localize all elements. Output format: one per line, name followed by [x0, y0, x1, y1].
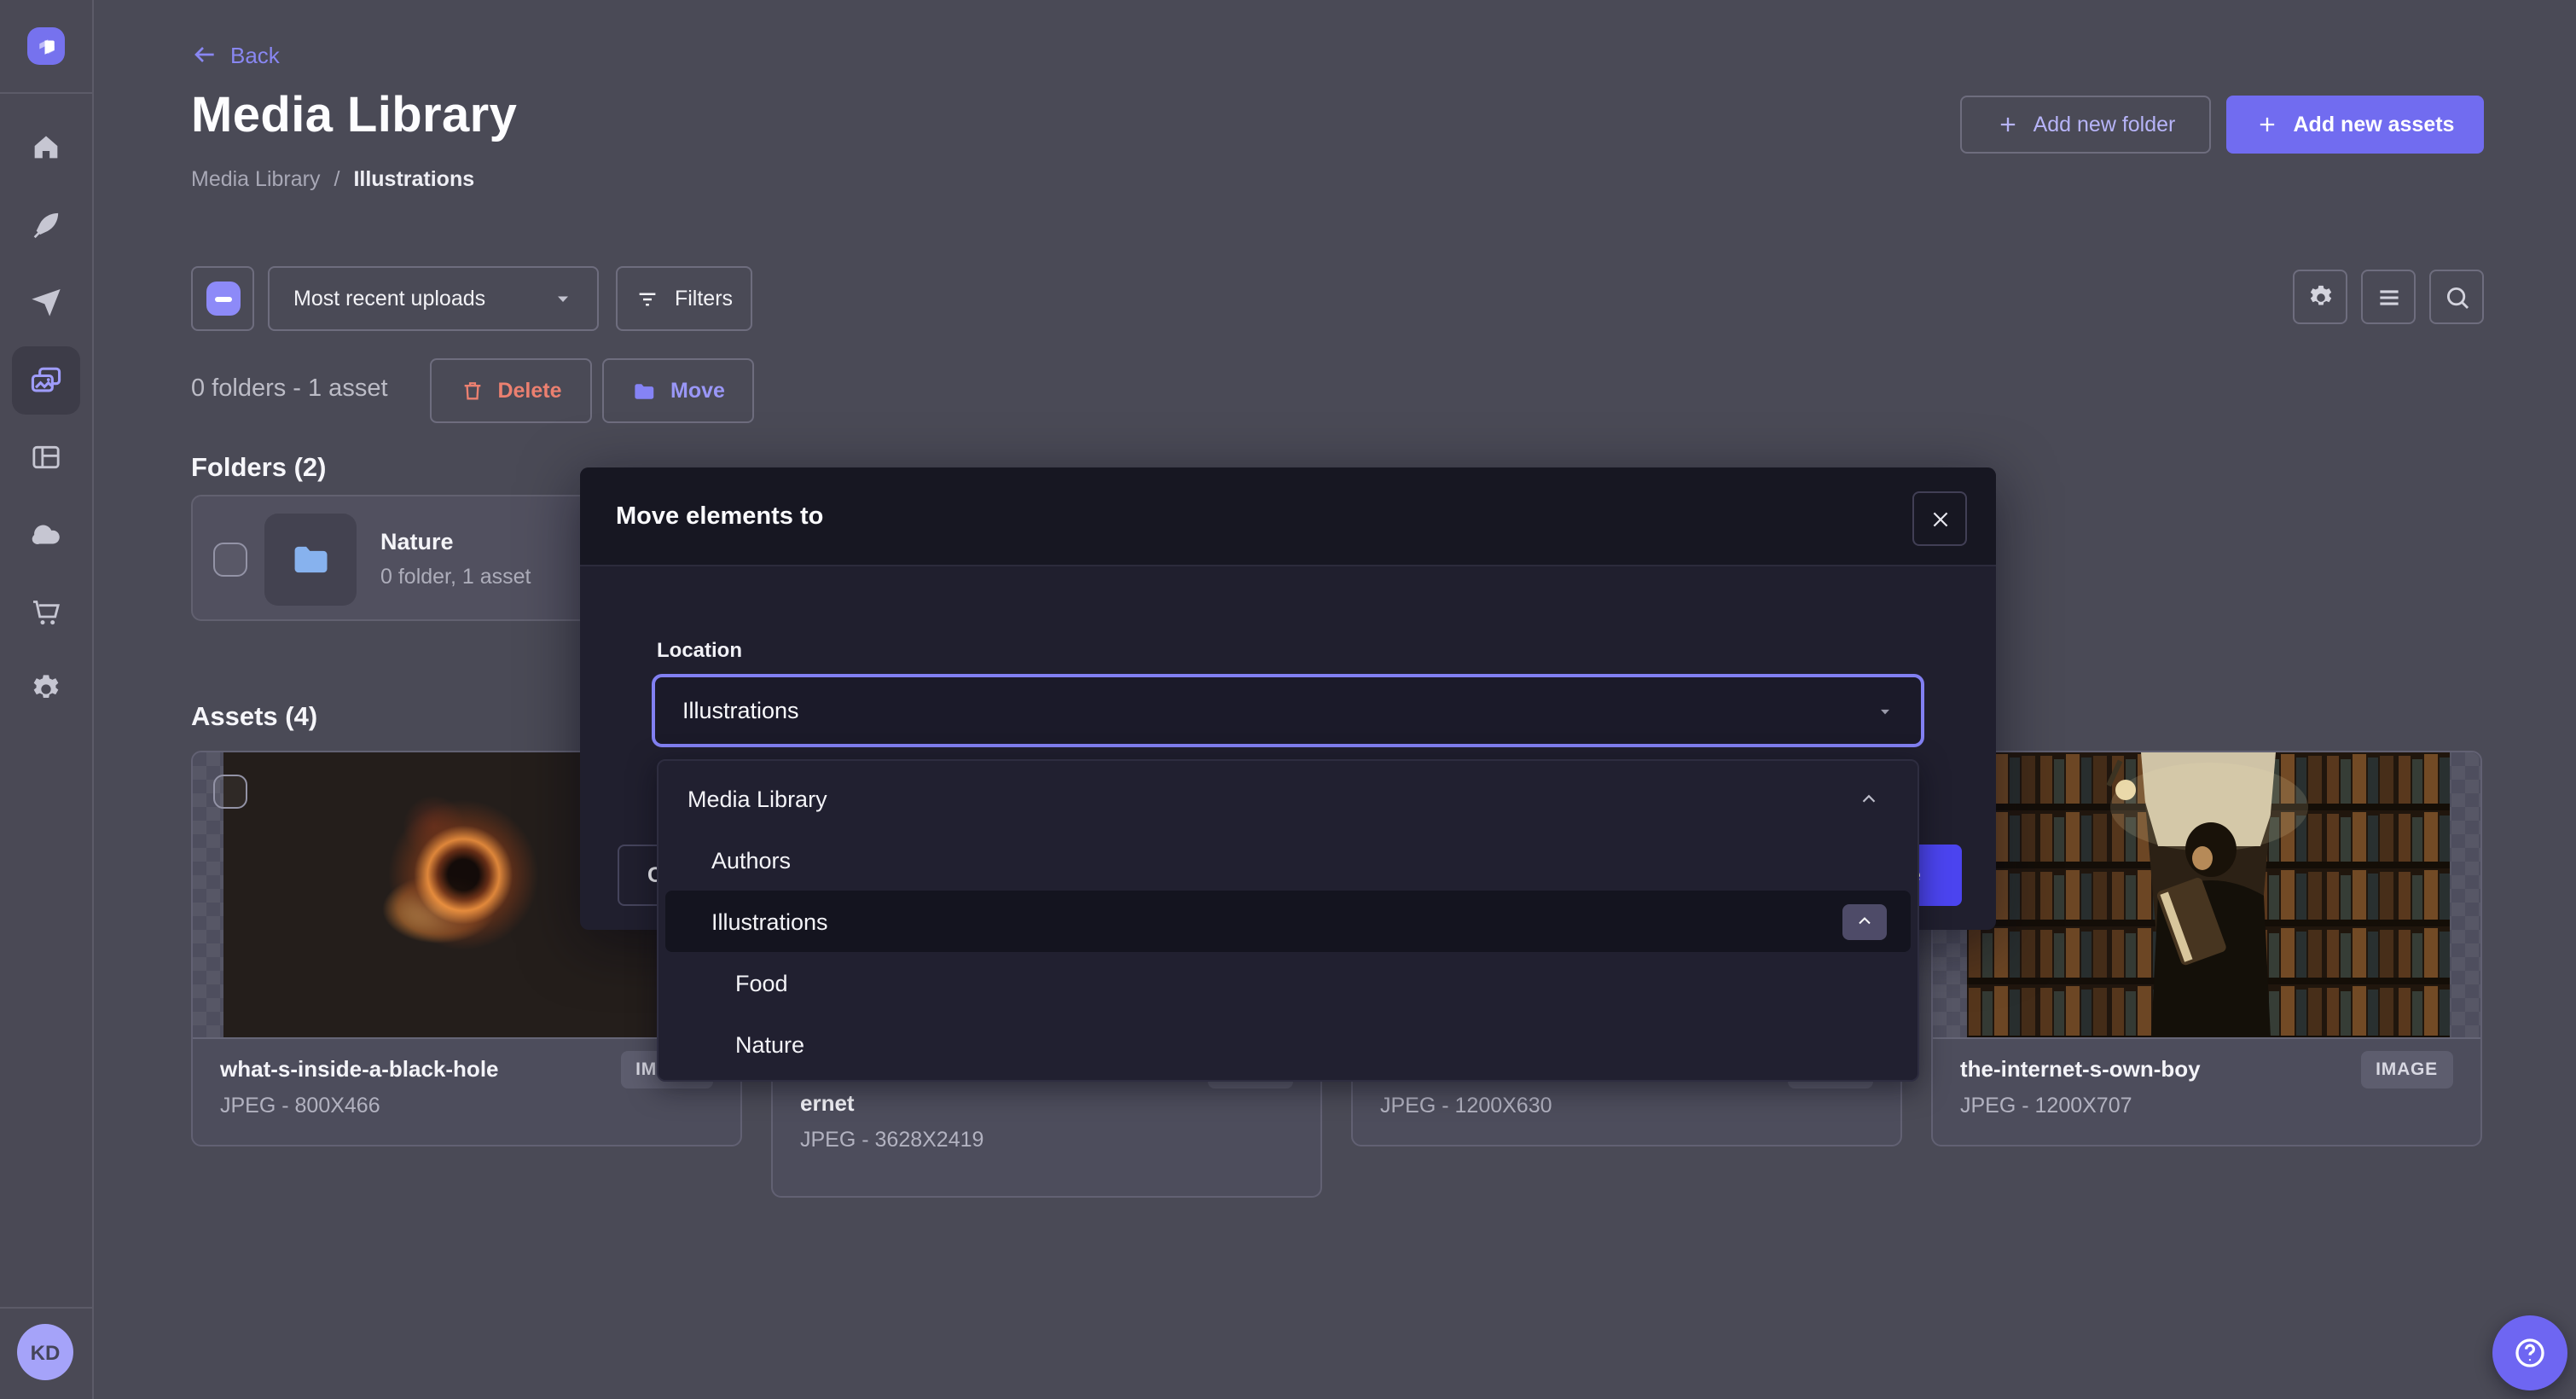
- send-plane-icon: [29, 285, 63, 319]
- asset-meta: JPEG - 800X466: [220, 1094, 713, 1117]
- plus-icon: [1996, 113, 2020, 136]
- dropdown-option-food[interactable]: Food: [665, 952, 1911, 1013]
- back-button[interactable]: Back: [191, 41, 280, 68]
- cloud-icon: [28, 516, 64, 552]
- caret-down-icon: [1877, 702, 1894, 719]
- assets-heading: Assets (4): [191, 703, 317, 734]
- question-mark-icon: [2511, 1334, 2549, 1372]
- folder-meta: 0 folder, 1 asset: [380, 565, 531, 589]
- sidebar-item-home[interactable]: [12, 113, 80, 181]
- asset-checkbox[interactable]: [213, 775, 247, 809]
- breadcrumb-separator: /: [334, 167, 339, 191]
- dropdown-option-nature[interactable]: Nature: [665, 1013, 1911, 1075]
- sidebar-item-content[interactable]: [12, 191, 80, 259]
- sidebar-item-media-library[interactable]: [12, 346, 80, 415]
- modal-title: Move elements to: [616, 503, 823, 531]
- cart-icon: [29, 595, 63, 630]
- settings-view-button[interactable]: [2293, 270, 2347, 324]
- folder-icon: [631, 378, 657, 403]
- folder-icon: [264, 514, 357, 606]
- folder-name: Nature: [380, 529, 454, 554]
- back-arrow-icon: [191, 41, 218, 68]
- page-title: Media Library: [191, 89, 517, 145]
- sidebar-item-settings[interactable]: [12, 655, 80, 723]
- move-button[interactable]: Move: [602, 358, 754, 423]
- sort-value: Most recent uploads: [293, 287, 485, 311]
- dropdown-option-media-library[interactable]: Media Library: [665, 768, 1911, 829]
- app-logo-icon[interactable]: [27, 27, 65, 65]
- caret-down-icon: [553, 288, 573, 309]
- feather-icon: [29, 208, 63, 242]
- add-new-assets-button[interactable]: Add new assets: [2226, 96, 2484, 154]
- asset-card[interactable]: the-internet-s-own-boy JPEG - 1200X707 I…: [1931, 751, 2482, 1146]
- home-icon: [29, 130, 63, 164]
- sidebar: KD: [0, 0, 94, 1399]
- dropdown-option-authors[interactable]: Authors: [665, 829, 1911, 891]
- filters-button[interactable]: Filters: [616, 266, 752, 331]
- chevron-up-icon[interactable]: [1858, 787, 1880, 810]
- asset-thumbnail: [1933, 752, 2480, 1037]
- breadcrumb: Media Library / Illustrations: [191, 167, 474, 191]
- plus-icon: [2256, 113, 2280, 136]
- select-all-checkbox[interactable]: [191, 266, 254, 331]
- close-icon[interactable]: [1912, 491, 1967, 546]
- sidebar-item-content-manager[interactable]: [12, 423, 80, 491]
- collapse-chevron-up-button[interactable]: [1842, 903, 1887, 939]
- back-label: Back: [230, 42, 280, 67]
- add-new-folder-button[interactable]: Add new folder: [1960, 96, 2211, 154]
- asset-footer: the-internet-s-own-boy JPEG - 1200X707 I…: [1933, 1037, 2480, 1145]
- filter-icon: [635, 286, 661, 311]
- sidebar-item-cloud[interactable]: [12, 500, 80, 568]
- sidebar-divider: [0, 92, 92, 94]
- layout-icon: [29, 440, 63, 474]
- location-dropdown: Media Library Authors Illustrations Food…: [657, 759, 1919, 1082]
- media-library-icon: [27, 362, 65, 399]
- list-view-button[interactable]: [2361, 270, 2416, 324]
- selection-summary: 0 folders - 1 asset: [191, 375, 388, 403]
- sort-select[interactable]: Most recent uploads: [268, 266, 599, 331]
- location-value: Illustrations: [682, 698, 799, 723]
- asset-meta: JPEG - 1200X630: [1380, 1094, 1873, 1117]
- trash-icon: [460, 379, 484, 403]
- user-avatar[interactable]: KD: [17, 1324, 73, 1380]
- breadcrumb-parent[interactable]: Media Library: [191, 167, 320, 191]
- indeterminate-checkbox-icon: [206, 282, 240, 316]
- sidebar-item-marketplace[interactable]: [12, 578, 80, 647]
- help-button[interactable]: [2492, 1315, 2567, 1390]
- search-button[interactable]: [2429, 270, 2484, 324]
- folder-checkbox[interactable]: [213, 543, 247, 577]
- asset-meta: JPEG - 1200X707: [1960, 1094, 2453, 1117]
- asset-type-badge: IMAGE: [2360, 1051, 2453, 1088]
- gear-icon: [29, 672, 63, 706]
- breadcrumb-current: Illustrations: [353, 167, 474, 191]
- delete-button[interactable]: Delete: [430, 358, 592, 423]
- location-label: Location: [657, 638, 742, 662]
- library-photo-image: [1967, 752, 2450, 1037]
- dropdown-option-illustrations[interactable]: Illustrations: [665, 891, 1911, 952]
- list-icon: [2374, 282, 2403, 311]
- sidebar-divider: [0, 1307, 92, 1309]
- sidebar-item-releases[interactable]: [12, 268, 80, 336]
- gear-icon: [2306, 282, 2335, 311]
- folders-heading: Folders (2): [191, 454, 326, 485]
- modal-header: Move elements to: [580, 467, 1996, 566]
- search-icon: [2442, 282, 2471, 311]
- location-select[interactable]: Illustrations: [652, 674, 1924, 747]
- asset-meta: JPEG - 3628X2419: [800, 1128, 1293, 1152]
